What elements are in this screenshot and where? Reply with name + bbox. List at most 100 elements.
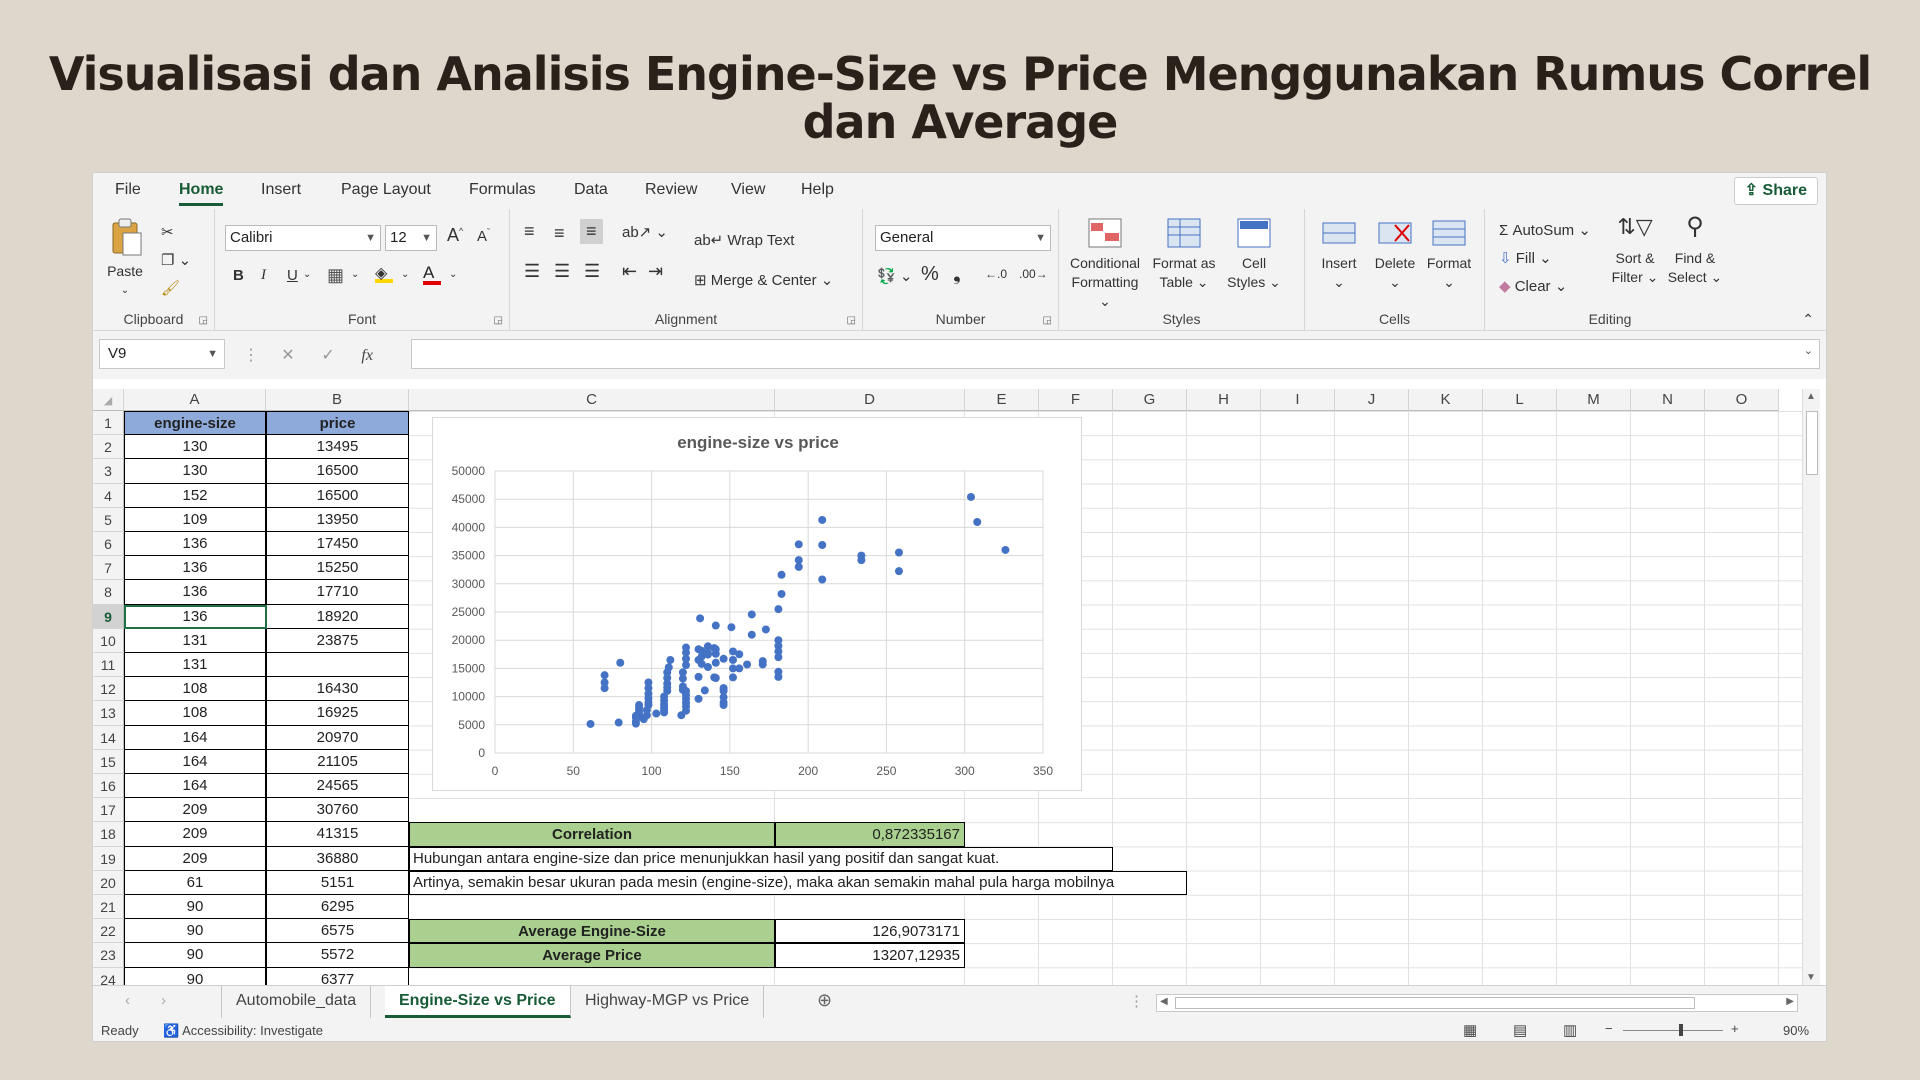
format-painter-icon[interactable]: 🖌	[161, 279, 180, 297]
scroll-thumb[interactable]	[1806, 411, 1818, 475]
price-cell[interactable]: 17450	[266, 532, 409, 557]
engine-size-cell[interactable]: 152	[124, 483, 266, 508]
row-header[interactable]: 22	[93, 919, 124, 944]
row-header[interactable]: 20	[93, 870, 124, 895]
column-header[interactable]: E	[965, 389, 1039, 411]
insert-function-icon[interactable]: fx	[361, 347, 373, 364]
insert-cells-button[interactable]: Insert ⌄	[1311, 217, 1367, 292]
price-cell[interactable]	[266, 653, 409, 678]
align-left-icon[interactable]: ☰	[524, 261, 540, 282]
column-header[interactable]: M	[1557, 389, 1631, 411]
header-cell-price[interactable]: price	[266, 411, 409, 436]
engine-size-cell[interactable]: 90	[124, 967, 266, 985]
increase-indent-icon[interactable]: ⇥	[648, 261, 663, 282]
price-cell[interactable]: 18920	[266, 604, 409, 629]
column-header[interactable]: A	[124, 389, 266, 411]
underline-button[interactable]: U	[287, 267, 298, 284]
row-header[interactable]: 6	[93, 532, 124, 557]
column-header[interactable]: G	[1113, 389, 1187, 411]
tab-page-layout[interactable]: Page Layout	[341, 181, 431, 199]
engine-size-cell[interactable]: 136	[124, 604, 266, 629]
zoom-in-icon[interactable]: +	[1731, 1021, 1739, 1036]
fill-color-icon[interactable]: ◈	[375, 263, 393, 283]
price-cell[interactable]: 6575	[266, 919, 409, 944]
wrap-text-button[interactable]: ab↵ Wrap Text	[694, 231, 794, 249]
scroll-left-icon[interactable]: ◀	[1160, 996, 1168, 1007]
chevron-down-icon[interactable]: ⌄	[303, 269, 311, 280]
tab-insert[interactable]: Insert	[261, 181, 301, 199]
format-as-table-button[interactable]: Format as Table ⌄	[1149, 217, 1219, 292]
align-bottom-icon[interactable]: ≡	[580, 219, 603, 244]
bold-button[interactable]: B	[233, 267, 244, 284]
tab-help[interactable]: Help	[801, 181, 834, 199]
correlation-label-cell[interactable]: Correlation	[409, 822, 775, 847]
engine-size-cell[interactable]: 61	[124, 870, 266, 895]
row-header[interactable]: 14	[93, 725, 124, 750]
clipboard-launcher-icon[interactable]: ◲	[199, 315, 208, 326]
row-header[interactable]: 7	[93, 556, 124, 581]
clear-button[interactable]: ◆ Clear ⌄	[1499, 277, 1567, 295]
scroll-right-icon[interactable]: ▶	[1786, 996, 1794, 1007]
engine-size-cell[interactable]: 90	[124, 943, 266, 968]
merge-center-button[interactable]: ⊞ Merge & Center ⌄	[694, 271, 833, 289]
price-cell[interactable]: 20970	[266, 725, 409, 750]
fill-button[interactable]: ⇩ Fill ⌄	[1499, 249, 1552, 267]
tab-data[interactable]: Data	[574, 181, 608, 199]
column-header[interactable]: L	[1483, 389, 1557, 411]
row-header[interactable]: 19	[93, 846, 124, 871]
autosum-button[interactable]: Σ AutoSum ⌄	[1499, 221, 1591, 239]
cancel-icon[interactable]: ✕	[281, 347, 294, 364]
engine-size-cell[interactable]: 130	[124, 459, 266, 484]
sort-filter-button[interactable]: ⇅▽ Sort & Filter ⌄	[1607, 216, 1663, 287]
engine-size-cell[interactable]: 164	[124, 774, 266, 799]
align-middle-icon[interactable]: ≡	[554, 223, 565, 244]
font-family-select[interactable]: Calibri ▼	[225, 225, 381, 251]
column-header[interactable]: I	[1261, 389, 1335, 411]
cell-styles-button[interactable]: Cell Styles ⌄	[1219, 217, 1289, 292]
decrease-indent-icon[interactable]: ⇤	[622, 261, 637, 282]
engine-size-cell[interactable]: 130	[124, 435, 266, 460]
zoom-slider-thumb[interactable]	[1679, 1024, 1683, 1036]
column-header[interactable]: C	[409, 389, 775, 411]
paste-button[interactable]: Paste ⌄	[105, 217, 145, 300]
scatter-chart[interactable]: engine-size vs price 0 5000 10000 15000 20000…	[432, 417, 1082, 791]
price-cell[interactable]: 16925	[266, 701, 409, 726]
column-header[interactable]: B	[266, 389, 409, 411]
orientation-icon[interactable]: ab↗ ⌄	[622, 223, 668, 241]
engine-size-cell[interactable]: 109	[124, 507, 266, 532]
copy-icon[interactable]: ❐ ⌄	[161, 251, 191, 269]
column-header[interactable]: K	[1409, 389, 1483, 411]
delete-cells-button[interactable]: Delete ⌄	[1367, 217, 1423, 292]
column-header[interactable]: N	[1631, 389, 1705, 411]
correlation-note-1[interactable]: Hubungan antara engine-size dan price me…	[409, 846, 1113, 871]
worksheet-grid[interactable]: ◢ A B C D E F G H I J K L M N O 1 2 3 4 5 6 7 8 9 10 11 12 13 14 15 16…	[93, 389, 1803, 985]
avg-engine-value-cell[interactable]: 126,9073171	[775, 919, 965, 944]
cut-icon[interactable]: ✂	[161, 223, 174, 241]
engine-size-cell[interactable]: 136	[124, 532, 266, 557]
price-cell[interactable]: 36880	[266, 846, 409, 871]
row-header[interactable]: 15	[93, 749, 124, 774]
price-cell[interactable]: 5572	[266, 943, 409, 968]
row-header[interactable]: 24	[93, 967, 124, 985]
zoom-slider[interactable]	[1623, 1030, 1723, 1031]
price-cell[interactable]: 21105	[266, 749, 409, 774]
column-header[interactable]: O	[1705, 389, 1779, 411]
column-header[interactable]: H	[1187, 389, 1261, 411]
price-cell[interactable]: 6377	[266, 967, 409, 985]
decrease-decimal-icon[interactable]: .00→	[1019, 267, 1048, 281]
increase-font-icon[interactable]: A^	[447, 225, 463, 246]
chevron-down-icon[interactable]: ⌄	[1804, 344, 1813, 357]
find-select-button[interactable]: ⚲ Find & Select ⌄	[1665, 215, 1725, 287]
collapse-ribbon-icon[interactable]: ⌃	[1802, 311, 1814, 328]
correlation-value-cell[interactable]: 0,872335167	[775, 822, 965, 847]
price-cell[interactable]: 6295	[266, 895, 409, 920]
font-size-select[interactable]: 12 ▼	[385, 225, 437, 251]
price-cell[interactable]: 30760	[266, 798, 409, 823]
share-button[interactable]: ⇪ Share	[1733, 177, 1818, 205]
row-header[interactable]: 12	[93, 677, 124, 702]
scroll-thumb[interactable]	[1175, 997, 1695, 1009]
scroll-up-icon[interactable]: ▲	[1806, 391, 1816, 402]
avg-price-value-cell[interactable]: 13207,12935	[775, 943, 965, 968]
engine-size-cell[interactable]: 90	[124, 919, 266, 944]
row-header[interactable]: 18	[93, 822, 124, 847]
